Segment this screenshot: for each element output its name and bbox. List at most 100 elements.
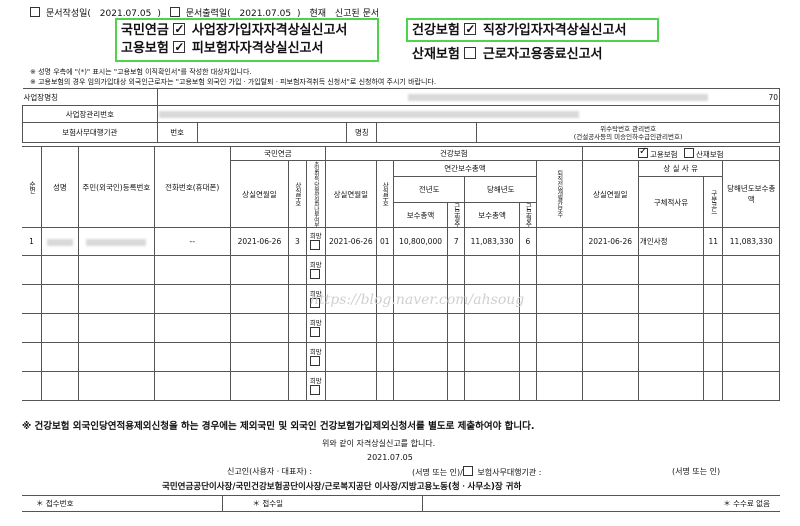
np-label: 국민연금 [121,23,169,38]
row-phone: -- [153,227,231,257]
curr-pay-total-header: 보수총액 [464,202,520,229]
trailing-code: 70 [768,92,778,102]
right-form-group: 건강보험 직장가입자자격상실신고서 [406,18,659,42]
reporter-label: 신고인(사용자ㆍ대표자) : [227,467,313,476]
doc-written-checkbox[interactable] [30,7,40,17]
hi-form-checkbox[interactable] [464,20,477,38]
retire-note-header: 퇴직전3개월간보수 [536,159,583,229]
row-prev-months: 7 [447,227,466,257]
hope-label: 희망 [309,347,322,356]
curr-year-header: 당해년도 [464,175,538,204]
agency-label: 보험사무대행기관 [22,122,158,143]
agency-mgmt-note: 위수탁번호 관리번호 (건설공사등의 미승인하수급인관리번호) [476,122,780,143]
hope-checkbox[interactable] [309,384,320,395]
np-pay-hope-header: 초일취득·당월상실자납부여부 [305,159,327,229]
ei-loss-date-header: 상실연월일 [581,159,639,229]
workplace-name-value: 70 [156,88,781,106]
ia-form-name: 근로자고용종료신고서 [482,47,603,62]
row-np-code: 3 [288,227,307,257]
row-name [41,227,79,257]
receipt-date: ＊ 접수일 [221,495,423,512]
loss-reason-header: 상 실 사 유 [637,160,724,177]
rrn-header: 주민(외국인)등록번호 [77,145,155,229]
ei-form-checkbox[interactable] [173,38,186,56]
addressees: 국민연금공단이사장/국민건강보험공단이사장/근로복지공단 이사장/지방고용노동(… [162,482,522,492]
agency-number-value [196,122,348,143]
hi-form-name: 직장가입자자격상실신고서 [482,23,627,38]
table-row: 희망 [22,342,780,373]
row-np-hope: 희망 [305,227,327,257]
table-row: 1 -- 2021-06-26 3 희망 2021-06-26 01 10,80… [22,227,780,257]
hi-foreigner-warning: ※ 건강보험 외국인당연적용제외신청을 하는 경우에는 제외국민 및 외국인 건… [22,421,535,432]
hope-checkbox[interactable] [309,240,320,251]
row-curr-months: 6 [518,227,538,257]
hope-label: 희망 [309,318,322,327]
receipt-table: ＊ 접수번호 ＊ 접수일 ＊ 수수료 없음 [22,495,780,512]
row-seq: 1 [22,227,43,257]
reporter-sign: (서명 또는 인)/ 보험사무대행기관 : [412,466,542,478]
row-retire [536,227,583,257]
ia-form-checkbox[interactable] [464,47,477,59]
workplace-mgmt-no-label: 사업장관리번호 [22,105,158,123]
hope-checkbox[interactable] [309,355,320,366]
hi-form-line: 건강보험 직장가입자자격상실신고서 [412,20,653,40]
hope-checkbox[interactable] [309,326,320,337]
table-row: 희망 [22,313,780,344]
np-form-name: 사업장가입자자격상실신고서 [191,23,348,38]
row-curr-pay: 11,083,330 [464,227,520,257]
ei-checkbox[interactable] [637,147,648,158]
agency-number-label: 번호 [156,122,198,143]
hope-label: 희망 [309,260,322,269]
np-group-header: 국민연금 [229,146,327,161]
ei-form-name: 피보험자자격상실신고서 [191,41,324,56]
signature-area: 위와 같이 자격상실신고를 합니다. 2021.07.05 신고인(사용자ㆍ대표… [22,436,780,494]
ei-checkbox-label: 고용보험 [649,149,678,159]
ei-label: 고용보험 [121,41,169,56]
agency-sign: (서명 또는 인) [672,467,721,476]
row-ei-pay: 11,083,330 [722,227,780,257]
hope-label: 희망 [309,232,322,241]
prev-months-header: 근무월수 [447,202,466,229]
name-header: 성명 [41,145,79,229]
row-reason-code: 11 [702,227,724,257]
agency-name-label: 명칭 [346,122,378,143]
employee-loss-table: 순번 성명 주민(외국인)등록번호 전화번호(휴대폰) 국민연금 건강보험 고용… [22,145,781,402]
ia-checkbox[interactable] [683,147,694,158]
note-2: ※ 고용보험의 경우 임의가입대상 외국인근로자는 "고용보험 외국인 가입ㆍ가… [30,78,437,86]
curr-months-header: 근무월수 [518,202,538,229]
watermark: https://blog.naver.com/ahsoug [310,292,525,308]
agency-checkbox[interactable] [462,466,473,476]
workplace-info-table: 사업장명칭 70 사업장관리번호 보험사무대행기관 번호 명칭 위수탁번호 관리… [22,88,781,143]
fee: ＊ 수수료 없음 [421,495,780,512]
np-form-checkbox[interactable] [173,20,186,38]
ei-form-line: 고용보험 피보험자자격상실신고서 [121,38,373,58]
reason-code-header: 구분코드 [702,175,724,229]
ei-ia-group-header: 고용보험 산재보험 [581,146,781,161]
declaration: 위와 같이 자격상실신고를 합니다. [322,439,436,448]
doc-printed-checkbox[interactable] [169,7,180,17]
doc-written-label: 문서작성일( [46,9,91,19]
agency-mgmt-note-2: (건설공사등의 미승인하수급인관리번호) [573,132,683,141]
np-loss-date-header: 상실연월일 [229,159,290,229]
row-hi-date: 2021-06-26 [325,227,377,257]
ia-form-line: 산재보험 근로자고용종료신고서 [412,43,603,62]
receipt-no: ＊ 접수번호 [22,495,223,512]
report-date: 2021.07.05 [367,453,413,462]
annual-pay-header: 연간보수총액 [392,160,538,177]
hi-label: 건강보험 [412,23,460,38]
hi-code-header: 상실부호 [375,159,394,229]
np-form-line: 국민연금 사업장가입자자격상실신고서 [121,20,373,40]
np-code-header: 상실부호 [288,159,307,229]
hi-group-header: 건강보험 [325,146,583,161]
agency-name-value [376,122,478,143]
detail-reason-header: 구체적사유 [637,175,704,229]
ia-label: 산재보험 [412,47,460,62]
note-1: ※ 성명 우측에 "(*)" 표시는 "고용보험 이직확인서"를 작성한 대상자… [30,68,252,76]
workplace-name-label: 사업장명칭 [22,88,158,106]
ia-checkbox-label: 산재보험 [695,149,724,159]
row-prev-pay: 10,800,000 [392,227,449,257]
hope-checkbox[interactable] [309,268,320,279]
seq-header: 순번 [22,145,43,229]
row-np-date: 2021-06-26 [229,227,290,257]
agency-sign-label: 보험사무대행기관 : [477,468,542,477]
